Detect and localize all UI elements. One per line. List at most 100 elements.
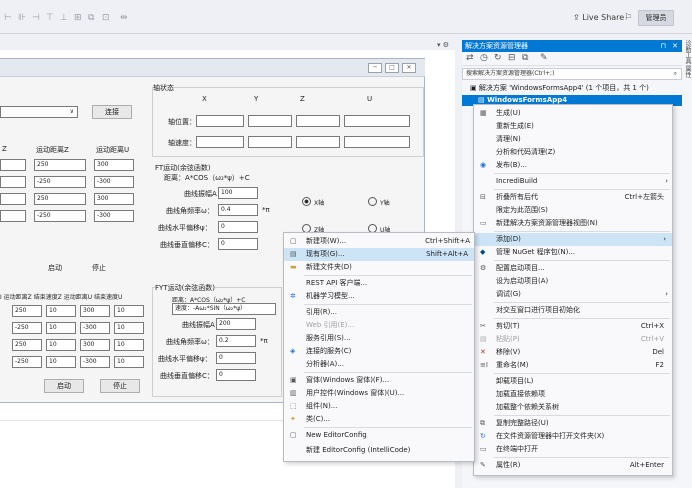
align-right-icon[interactable]: ⊣ [32,13,40,23]
menu-item-cut[interactable]: ✂ 剪切(T) Ctrl+X [474,320,674,333]
menu-item-scope[interactable]: 限定为此范围(S) [474,204,674,217]
refresh-icon[interactable]: ↻ [494,53,502,63]
align-center-icon[interactable]: ⊪ [18,13,26,23]
lower-cell[interactable]: 10 [46,339,76,351]
sync-icon[interactable]: ⇄ [466,53,474,63]
grid-cell[interactable]: 300 [94,159,134,171]
menu-item-incredibuild[interactable]: IncrediBuild › [474,175,674,188]
fyt-amp-input[interactable]: 200 [216,318,256,330]
grid-left-3[interactable] [0,210,26,222]
grid-cell[interactable]: 300 [94,193,134,205]
lower-cell[interactable]: 10 [46,322,76,334]
menu-item-load-direct[interactable]: 加载直接依赖项 [474,388,674,401]
lower-cell[interactable]: 300 [80,305,110,317]
side-tabs[interactable]: 诊断工具 属性 [683,40,692,120]
grid-icon[interactable]: ⊡ [102,13,110,23]
menu-item-publish[interactable]: ◉ 发布(B)... [474,159,674,172]
grid-left-2[interactable] [0,193,26,205]
lower-cell[interactable]: 10 [114,356,144,368]
start-button[interactable]: 启动 [44,379,84,393]
grid-left-0[interactable] [0,159,26,171]
lower-cell[interactable]: 10 [114,322,144,334]
submenu-item-user-control[interactable]: ▥ 用户控件(Windows 窗体)(U)... [284,387,476,400]
submenu-item-analyzer[interactable]: 分析器(A)... [284,358,476,371]
lower-cell[interactable]: 10 [46,305,76,317]
ft-freq-input[interactable]: 0.4 [218,204,258,216]
lower-cell[interactable]: 10 [114,339,144,351]
solution-search-input[interactable]: 搜索解决方案资源管理器(Ctrl+;) ⌕ [462,68,682,80]
submenu-item-rest-api[interactable]: REST API 客户端... [284,277,476,290]
menu-item-analyze[interactable]: 分析和代码清理(Z) [474,146,674,159]
grid-cell[interactable]: 250 [34,159,86,171]
align-top-icon[interactable]: ⊤ [46,13,54,23]
menu-item-clean[interactable]: 清理(N) [474,133,674,146]
submenu-item-editorconfig[interactable]: ▢ New EditorConfig [284,429,476,442]
menu-item-terminal[interactable]: ▭ 在终端中打开 [474,443,674,456]
stop-button[interactable]: 停止 [100,379,140,393]
solution-node[interactable]: ▣ 解决方案 'WindowsFormsApp4' (1 个项目，共 1 个) [462,82,682,94]
form-close-button[interactable]: ✕ [402,63,416,73]
fyt-v-input[interactable]: 0 [216,369,256,381]
grid-cell[interactable]: -250 [34,176,86,188]
port-select[interactable]: ∨ [0,106,78,118]
menu-item-interactive-init[interactable]: 对交互窗口进行项目初始化 [474,304,674,317]
menu-item-copy-path[interactable]: ⧉ 复制完整路径(U) [474,417,674,430]
lower-cell[interactable]: -300 [80,356,110,368]
lower-cell[interactable]: 300 [80,339,110,351]
back-icon[interactable]: ◷ [480,53,488,63]
fyt-h-input[interactable]: 0 [216,352,256,364]
submenu-item-component[interactable]: ⬚ 组件(N)... [284,400,476,413]
menu-item-build[interactable]: ▦ 生成(U) [474,107,674,120]
submenu-item-ml-model[interactable]: ✲ 机器学习模型... [284,290,476,303]
menu-item-collapse[interactable]: ⊟ 折叠所有后代 Ctrl+左箭头 [474,191,674,204]
lower-cell[interactable]: -300 [80,322,110,334]
pin-icon[interactable]: ⊓ [661,40,666,52]
submenu-item-existing-item[interactable]: ▤ 现有项(G)... Shift+Alt+A [284,248,474,261]
submenu-item-reference[interactable]: 引用(R)... [284,306,476,319]
grid-cell[interactable]: -300 [94,210,134,222]
grid-left-1[interactable] [0,176,26,188]
lower-cell[interactable]: 250 [12,305,42,317]
lower-cell[interactable]: 10 [114,305,144,317]
align-bottom-icon[interactable]: ⊞ [74,13,82,23]
menu-item-add[interactable]: 添加(D) › [474,233,672,246]
submenu-item-windows-form[interactable]: ▣ 窗体(Windows 窗体)(F)... [284,374,476,387]
stop-button-top[interactable]: 停止 [92,263,106,273]
menu-item-configure-startup[interactable]: ⚙ 配置启动项目... [474,262,674,275]
menu-item-open-folder[interactable]: ↻ 在文件资源管理器中打开文件夹(X) [474,430,674,443]
grid-cell[interactable]: 250 [34,193,86,205]
connect-button[interactable]: 连接 [92,105,132,119]
align-middle-icon[interactable]: ⊥ [60,13,68,23]
lower-cell[interactable]: -250 [12,322,42,334]
menu-item-properties[interactable]: ✎ 属性(R) Alt+Enter [474,459,674,472]
submenu-item-new-folder[interactable]: ▬ 新建文件夹(D) [284,261,476,274]
lower-cell[interactable]: -250 [12,356,42,368]
same-size-icon[interactable]: ⧉ [88,13,94,23]
menu-item-rename[interactable]: ≡I 重命名(M) F2 [474,359,674,372]
collapse-all-icon[interactable]: ⊟ [508,53,516,63]
grid-cell[interactable]: -300 [94,176,134,188]
menu-item-unload[interactable]: 卸载项目(L) [474,375,674,388]
feedback-icon[interactable]: ⚐ [624,13,632,23]
menu-item-nuget[interactable]: ◆ 管理 NuGet 程序包(N)... [474,246,674,259]
fyt-freq-input[interactable]: 0.2 [216,335,256,347]
submenu-item-editorconfig-intellicode[interactable]: 新建 EditorConfig (IntelliCode) [284,444,476,457]
ft-h-input[interactable]: 0 [218,221,258,233]
submenu-item-class[interactable]: ✦ 类(C)... [284,413,476,426]
admin-button[interactable]: 管理员 [638,10,674,26]
close-icon[interactable]: ✕ [672,40,678,52]
lower-cell[interactable]: 10 [46,356,76,368]
grid-cell[interactable]: -250 [34,210,86,222]
ft-v-input[interactable]: 0 [218,238,258,250]
doc-dropdown-icon[interactable]: ▾ ⚙ [437,41,449,49]
minimize-button[interactable]: ─ [368,63,382,73]
start-button-top[interactable]: 启动 [48,263,62,273]
submenu-item-new-item[interactable]: ▢ 新建项(W)... Ctrl+Shift+A [284,235,476,248]
menu-item-new-view[interactable]: ▭ 新建解决方案资源管理器视图(N) [474,217,674,230]
submenu-item-service-reference[interactable]: 服务引用(S)... [284,332,476,345]
radio-y-axis[interactable]: Y轴 [368,197,390,207]
maximize-button[interactable]: □ [385,63,399,73]
live-share-button[interactable]: ⇪ Live Share [573,13,624,22]
menu-item-remove[interactable]: ✕ 移除(V) Del [474,346,674,359]
lower-cell[interactable]: 250 [12,339,42,351]
